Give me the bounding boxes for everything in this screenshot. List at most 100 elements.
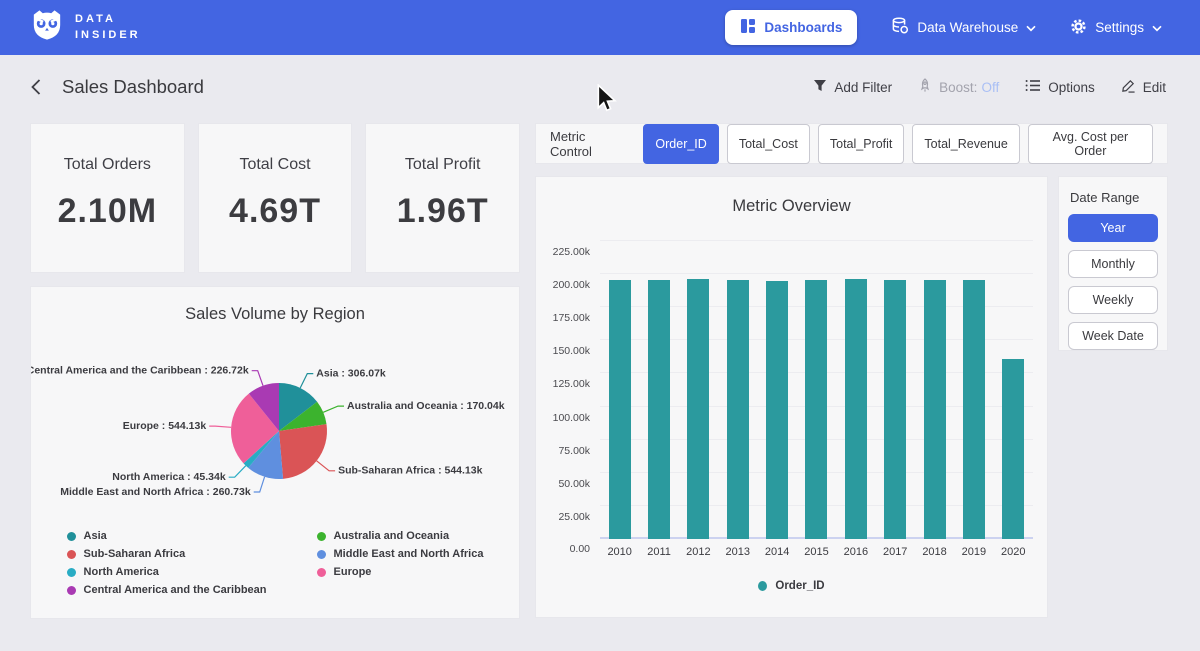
bar-2013[interactable] — [727, 280, 749, 539]
pie-slice-label: Australia and Oceania : 170.04k — [347, 400, 505, 412]
edit-button[interactable]: Edit — [1121, 78, 1166, 96]
x-axis-tick-label: 2012 — [679, 546, 718, 558]
y-axis-tick-label: 100.00k — [553, 412, 590, 424]
options-button[interactable]: Options — [1025, 79, 1095, 95]
x-axis-tick-label: 2011 — [639, 546, 678, 558]
bar-chart-plot-area: 0.0025.00k50.00k75.00k100.00k125.00k150.… — [600, 241, 1033, 539]
bar-2014[interactable] — [766, 281, 788, 540]
bar-column-2010 — [600, 241, 639, 539]
pie-chart-title: Sales Volume by Region — [31, 305, 519, 324]
brand-line1: DATA — [75, 12, 141, 28]
y-axis-tick-label: 25.00k — [558, 511, 590, 523]
pie-legend-item-central-america-and-the-caribbean[interactable]: Central America and the Caribbean — [67, 584, 267, 596]
pie-chart-legend: Asia Sub-Saharan Africa North America Centr… — [31, 530, 519, 596]
metric-button-total-revenue[interactable]: Total_Revenue — [912, 124, 1019, 164]
brand-line2: INSIDER — [75, 28, 141, 44]
metric-control-label: Metric Control — [550, 129, 629, 159]
pie-leader-line — [323, 406, 344, 412]
y-axis-tick-label: 50.00k — [558, 478, 590, 490]
metric-button-order-id[interactable]: Order_ID — [643, 124, 718, 164]
pie-leader-line — [300, 374, 313, 388]
bar-column-2019 — [954, 241, 993, 539]
bar-column-2017 — [876, 241, 915, 539]
pie-legend-item-europe[interactable]: Europe — [317, 566, 484, 578]
bar-2015[interactable] — [805, 280, 827, 539]
y-axis-tick-label: 75.00k — [558, 445, 590, 457]
y-axis-tick-label: 175.00k — [553, 312, 590, 324]
database-icon — [891, 17, 909, 38]
bar-column-2016 — [836, 241, 875, 539]
legend-dot — [67, 586, 76, 595]
settings-label: Settings — [1095, 20, 1144, 35]
pie-chart-card: Sales Volume by Region Asia : 306.07k Aus… — [30, 286, 520, 619]
y-axis-tick-label: 200.00k — [553, 279, 590, 291]
pie-legend-item-middle-east-and-north-africa[interactable]: Middle East and North Africa — [317, 548, 484, 560]
x-axis-tick-label: 2019 — [954, 546, 993, 558]
metric-button-total-cost[interactable]: Total_Cost — [727, 124, 810, 164]
date-range-button-year[interactable]: Year — [1068, 214, 1158, 242]
pie-slice-label: Europe : 544.13k — [123, 420, 207, 432]
pie-slice-label: Central America and the Caribbean : 226.… — [31, 364, 249, 376]
bar-2018[interactable] — [924, 280, 946, 539]
metric-button-avg-cost-per-order[interactable]: Avg. Cost per Order — [1028, 124, 1153, 164]
bar-2017[interactable] — [884, 280, 906, 539]
bar-chart-x-axis: 2010201120122013201420152016201720182019… — [600, 546, 1033, 558]
back-button[interactable] — [30, 78, 42, 96]
data-warehouse-label: Data Warehouse — [917, 20, 1018, 35]
boost-toggle[interactable]: Boost: Off — [918, 78, 999, 96]
x-axis-tick-label: 2010 — [600, 546, 639, 558]
data-warehouse-menu[interactable]: Data Warehouse — [891, 17, 1036, 38]
date-range-buttons: Year Monthly Weekly Week Date — [1068, 214, 1158, 350]
legend-dot — [317, 550, 326, 559]
pie-slice-label: Sub-Saharan Africa : 544.13k — [338, 465, 482, 477]
bar-2020[interactable] — [1002, 359, 1024, 539]
metric-button-total-profit[interactable]: Total_Profit — [818, 124, 905, 164]
pie-legend-item-australia-and-oceania[interactable]: Australia and Oceania — [317, 530, 484, 542]
x-axis-tick-label: 2018 — [915, 546, 954, 558]
dashboards-button[interactable]: Dashboards — [725, 10, 857, 45]
date-range-button-weekly[interactable]: Weekly — [1068, 286, 1158, 314]
dashboards-label: Dashboards — [764, 20, 842, 35]
legend-dot — [67, 550, 76, 559]
dashboard-body: Total Orders2.10MTotal Cost4.69TTotal Pr… — [0, 119, 1200, 619]
legend-label: North America — [84, 566, 159, 578]
bar-2012[interactable] — [687, 279, 709, 539]
pie-chart: Asia : 306.07k Australia and Oceania : 17… — [31, 328, 519, 528]
date-range-card: Date Range YearMonthlyWeeklyWeek Date — [1058, 176, 1168, 351]
metric-control-buttons: Order_IDTotal_CostTotal_ProfitTotal_Reve… — [643, 124, 1153, 164]
x-axis-tick-label: 2016 — [836, 546, 875, 558]
legend-label: Central America and the Caribbean — [84, 584, 267, 596]
brand-logo[interactable]: DATA INSIDER — [30, 9, 141, 46]
kpi-row: Total Orders2.10MTotal Cost4.69TTotal Pr… — [30, 123, 520, 273]
bar-2019[interactable] — [963, 280, 985, 539]
kpi-value: 1.96T — [397, 192, 489, 231]
pie-leader-line — [209, 426, 231, 427]
legend-label: Sub-Saharan Africa — [84, 548, 186, 560]
boost-status: Off — [981, 80, 999, 95]
gear-icon — [1070, 18, 1087, 38]
add-filter-button[interactable]: Add Filter — [813, 79, 892, 95]
pie-legend-item-asia[interactable]: Asia — [67, 530, 267, 542]
bar-2016[interactable] — [845, 279, 867, 539]
legend-dot — [758, 581, 767, 591]
date-range-button-week-date[interactable]: Week Date — [1068, 322, 1158, 350]
kpi-card: Total Cost4.69T — [198, 123, 353, 273]
pie-legend-item-sub-saharan-africa[interactable]: Sub-Saharan Africa — [67, 548, 267, 560]
bar-2010[interactable] — [609, 280, 631, 539]
legend-label: Asia — [84, 530, 107, 542]
kpi-value: 4.69T — [229, 192, 321, 231]
settings-menu[interactable]: Settings — [1070, 18, 1162, 38]
bar-column-2015 — [797, 241, 836, 539]
date-range-button-monthly[interactable]: Monthly — [1068, 250, 1158, 278]
bar-chart-legend-item[interactable]: Order_ID — [536, 580, 1047, 592]
bar-column-2012 — [679, 241, 718, 539]
legend-dot — [67, 532, 76, 541]
pie-slice-label: Asia : 306.07k — [316, 367, 386, 379]
kpi-label: Total Profit — [405, 156, 481, 174]
pie-slice-sub-saharan-africa[interactable] — [279, 424, 327, 479]
pie-slice-label: North America : 45.34k — [112, 471, 226, 483]
legend-label: Order_ID — [775, 580, 824, 592]
bar-2011[interactable] — [648, 280, 670, 539]
pie-slice-label: Middle East and North Africa : 260.73k — [60, 486, 251, 498]
pie-legend-item-north-america[interactable]: North America — [67, 566, 267, 578]
